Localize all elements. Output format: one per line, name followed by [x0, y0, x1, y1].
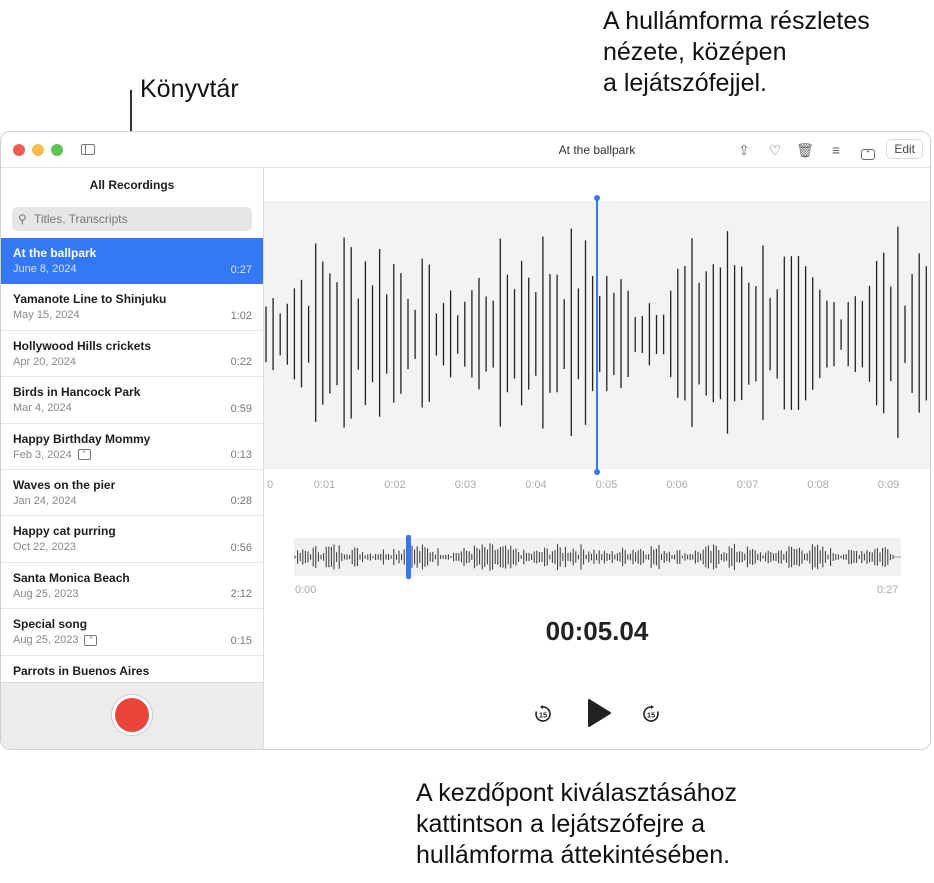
recording-date: June 8, 2024	[13, 263, 77, 275]
record-button[interactable]	[111, 694, 153, 736]
library-callout: Könyvtár	[140, 75, 239, 103]
trash-icon[interactable]: 🗑	[796, 141, 814, 159]
zoom-button[interactable]	[51, 144, 63, 156]
close-button[interactable]	[13, 144, 25, 156]
skip-forward-icon: 15	[643, 705, 659, 722]
recording-duration: 0:15	[230, 634, 252, 647]
time-tick: 0:01	[313, 479, 336, 491]
recording-item[interactable]: Santa Monica Beach Aug 25, 2023 2:12	[1, 563, 263, 610]
detail-callout-line2: nézete, középen	[603, 38, 787, 66]
recording-date: May 15, 2024	[13, 309, 80, 322]
recording-name: Parrots in Buenos Aires	[13, 663, 150, 678]
svg-text:15: 15	[647, 711, 655, 720]
time-tick: 0:08	[807, 479, 829, 491]
skip-forward-button[interactable]: 15	[641, 704, 661, 729]
sliders-icon[interactable]: ≡	[827, 141, 845, 159]
recording-item[interactable]: Hollywood Hills crickets Apr 20, 2024 0:…	[1, 331, 263, 378]
detail-playhead[interactable]	[593, 195, 600, 475]
time-tick: 0	[267, 479, 274, 491]
recording-name: At the ballpark	[13, 246, 97, 260]
overview-callout-line3: hullámforma áttekintésében.	[416, 841, 731, 869]
minimize-button[interactable]	[32, 144, 44, 156]
overview-start-time: 0:00	[295, 584, 317, 596]
time-tick: 0:04	[525, 479, 547, 491]
recording-name: Happy Birthday Mommy	[13, 431, 151, 446]
recording-duration: 0:56	[230, 541, 252, 554]
recording-duration: 0:59	[230, 402, 252, 415]
recordings-list: At the ballpark June 8, 2024 0:27 Yamanot…	[1, 238, 263, 684]
skip-back-icon: 15	[535, 705, 551, 722]
recording-name: Yamanote Line to Shinjuku	[13, 292, 167, 307]
play-button[interactable]	[586, 698, 612, 733]
time-tick: 0:02	[384, 479, 406, 491]
time-tick: 0:09	[877, 479, 900, 491]
current-time: 00:05.04	[545, 616, 649, 646]
recording-item[interactable]: Happy Birthday Mommy Feb 3, 2024 ❞ 0:13	[1, 424, 263, 470]
record-icon	[115, 698, 149, 732]
recording-name: Waves on the pier	[13, 477, 116, 492]
recording-date: Apr 20, 2024	[13, 355, 76, 368]
heart-icon[interactable]: ♡	[766, 141, 784, 159]
overview-callout: A kezdőpont kiválasztásához kattintson a…	[416, 778, 737, 871]
detail-callout-line1: A hullámforma részletes	[603, 7, 870, 35]
recording-name: Santa Monica Beach	[13, 570, 130, 585]
time-tick: 0:03	[454, 479, 477, 491]
search-icon: ⚲	[18, 212, 27, 226]
recording-duration: 0:27	[230, 264, 252, 277]
recording-item[interactable]: Parrots in Buenos Aires	[1, 656, 263, 684]
transcript-icon: ❞	[84, 634, 98, 646]
recording-date: Feb 3, 2024 ❞	[13, 449, 252, 461]
sidebar-footer	[1, 682, 263, 749]
search-input[interactable]: ⚲ Titles, Transcripts	[12, 207, 252, 231]
share-icon[interactable]: ⇪	[735, 141, 753, 159]
time-tick: 0:05	[595, 479, 618, 491]
recording-item[interactable]: Yamanote Line to Shinjuku May 15, 2024 1…	[1, 284, 263, 331]
overview-playhead[interactable]	[406, 535, 411, 579]
recording-item[interactable]: Birds in Hancock Park Mar 4, 2024 0:59	[1, 377, 263, 424]
skip-back-button[interactable]: 15	[533, 704, 553, 729]
overview-waveform-bars	[294, 543, 901, 571]
recording-item[interactable]: Special song Aug 25, 2023 ❞ 0:15	[1, 609, 263, 656]
recording-date: Mar 4, 2024	[13, 402, 72, 415]
recording-duration: 1:02	[230, 309, 252, 322]
recording-name: Happy cat purring	[13, 524, 116, 539]
overview-waveform[interactable]	[294, 538, 901, 576]
recording-duration: 0:22	[230, 356, 252, 369]
edit-button[interactable]: Edit	[886, 139, 923, 159]
recording-date: Aug 25, 2023 ❞	[13, 634, 252, 646]
svg-text:15: 15	[539, 711, 547, 720]
sidebar-toggle-icon[interactable]	[81, 144, 95, 155]
recording-duration: 0:13	[230, 448, 252, 461]
sidebar: All Recordings ⚲ Titles, Transcripts At …	[1, 168, 264, 749]
recording-item[interactable]: Waves on the pier Jan 24, 2024 0:28	[1, 470, 263, 517]
titlebar: At the ballpark ⇪ ♡ 🗑 ≡ ❞ Edit	[1, 132, 930, 168]
recording-date: Jan 24, 2024	[13, 494, 77, 507]
play-icon	[588, 699, 611, 727]
recording-duration: 0:28	[230, 495, 252, 508]
sidebar-title: All Recordings	[89, 178, 175, 192]
transcript-icon[interactable]: ❞	[859, 141, 877, 160]
transcript-icon: ❞	[77, 449, 91, 461]
recording-date: Oct 22, 2023	[13, 541, 76, 554]
recording-name: Birds in Hancock Park	[13, 385, 141, 400]
recording-name: Hollywood Hills crickets	[13, 338, 152, 353]
recording-duration: 2:12	[230, 588, 252, 601]
search-placeholder: Titles, Transcripts	[34, 212, 128, 226]
time-tick: 0:06	[666, 479, 688, 491]
player-pane: 0 0:01 0:02 0:03 0:04 0:05 0:06 0:07 0:08 0:09 0:…	[264, 168, 930, 749]
recording-item[interactable]: At the ballpark June 8, 2024 0:27	[1, 238, 263, 285]
overview-end-time: 0:27	[877, 584, 899, 596]
overview-callout-line1: A kezdőpont kiválasztásához	[416, 779, 738, 807]
overview-callout-line2: kattintson a lejátszófejre a	[416, 810, 706, 838]
detail-callout-line3: a lejátszófejjel.	[603, 69, 767, 97]
detail-callout: A hullámforma részletes nézete, középen …	[603, 6, 870, 99]
recording-date: Aug 25, 2023	[13, 587, 79, 600]
recording-item[interactable]: Happy cat purring Oct 22, 2023 0:56	[1, 516, 263, 563]
time-tick: 0:07	[736, 479, 759, 491]
voice-memos-window: At the ballpark ⇪ ♡ 🗑 ≡ ❞ Edit All Recor…	[0, 131, 931, 750]
recording-name: Special song	[13, 617, 88, 632]
